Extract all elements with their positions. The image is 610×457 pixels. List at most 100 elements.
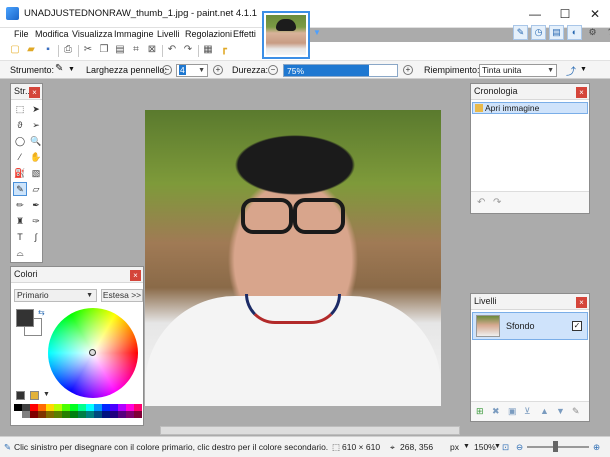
- eraser-icon[interactable]: ▱: [29, 182, 43, 196]
- palette-swatch[interactable]: [38, 411, 46, 418]
- shapes-icon[interactable]: ⌓: [13, 246, 27, 260]
- palette-swatch[interactable]: [102, 404, 110, 411]
- crop-icon[interactable]: ⌗: [130, 44, 142, 56]
- increase-hardness-button[interactable]: +: [403, 65, 413, 75]
- fill-dropdown-icon[interactable]: ▼: [547, 65, 554, 76]
- image-canvas[interactable]: [145, 110, 441, 406]
- zoom-out-icon[interactable]: ⊖: [516, 442, 523, 453]
- text-icon[interactable]: T: [13, 230, 27, 244]
- menu-visualizza[interactable]: Visualizza: [72, 29, 112, 39]
- palette-swatch[interactable]: [78, 404, 86, 411]
- line-curve-icon[interactable]: ∫: [29, 230, 43, 244]
- palette-swatch[interactable]: [70, 411, 78, 418]
- palette-swatch[interactable]: [86, 404, 94, 411]
- palette-swatch[interactable]: [62, 404, 70, 411]
- undo-icon[interactable]: ↶: [166, 44, 178, 56]
- unit-dropdown-icon[interactable]: ▼: [463, 443, 470, 450]
- menu-effetti[interactable]: Effetti: [233, 29, 256, 39]
- decrease-width-button[interactable]: −: [162, 65, 172, 75]
- palette-swatch[interactable]: [14, 411, 22, 418]
- paintbrush-icon[interactable]: ✎: [13, 182, 27, 196]
- move-selected-icon[interactable]: ➤: [29, 102, 43, 116]
- history-item[interactable]: Apri immagine: [472, 102, 588, 114]
- copy-icon[interactable]: ❐: [98, 44, 110, 56]
- delete-layer-icon[interactable]: ✖: [492, 406, 500, 417]
- palette-swatch[interactable]: [62, 411, 70, 418]
- move-selection-icon[interactable]: ➢: [29, 118, 43, 132]
- palette-swatch[interactable]: [126, 411, 134, 418]
- horizontal-scrollbar[interactable]: [160, 426, 460, 435]
- pan-icon[interactable]: ✋: [29, 150, 43, 164]
- recolor-icon[interactable]: ✑: [29, 214, 43, 228]
- palette-swatch[interactable]: [46, 404, 54, 411]
- move-layer-down-icon[interactable]: ▼: [556, 406, 565, 416]
- width-dropdown-icon[interactable]: ▼: [198, 65, 205, 76]
- unit-select[interactable]: px: [450, 442, 459, 452]
- palette-menu-icon[interactable]: [30, 391, 39, 400]
- tools-close-icon[interactable]: ×: [29, 87, 40, 98]
- menu-livelli[interactable]: Livelli: [157, 29, 180, 39]
- palette-swatch[interactable]: [30, 411, 38, 418]
- palette-swatch[interactable]: [110, 404, 118, 411]
- menu-immagine[interactable]: Immagine: [114, 29, 154, 39]
- new-file-icon[interactable]: ▢: [9, 44, 21, 56]
- palette-swatch[interactable]: [94, 411, 102, 418]
- image-list-dropdown-icon[interactable]: ▼: [313, 28, 321, 37]
- image-tab-thumbnail[interactable]: [262, 11, 310, 59]
- palette-swatch[interactable]: [118, 411, 126, 418]
- add-layer-icon[interactable]: ⊞: [476, 406, 484, 417]
- color-wheel-cursor[interactable]: [89, 349, 96, 356]
- zoom-slider-track[interactable]: [527, 446, 589, 448]
- color-picker-icon[interactable]: ✒: [29, 198, 43, 212]
- hardness-slider[interactable]: 75%: [283, 64, 398, 77]
- palette-swatch[interactable]: [118, 404, 126, 411]
- color-mode-select[interactable]: Primario ▼: [14, 289, 97, 302]
- close-button[interactable]: ✕: [580, 0, 610, 28]
- pencil-icon[interactable]: ✏: [13, 198, 27, 212]
- palette-swatch[interactable]: [46, 411, 54, 418]
- zoom-slider-thumb[interactable]: [553, 441, 558, 452]
- brush-width-field[interactable]: 4 ▼: [176, 64, 208, 77]
- history-redo-icon[interactable]: ↷: [493, 197, 501, 208]
- layer-visibility-checkbox[interactable]: ✓: [572, 321, 582, 331]
- reset-colors-icon[interactable]: [16, 391, 25, 400]
- palette-swatch[interactable]: [134, 411, 142, 418]
- palette-swatch[interactable]: [94, 404, 102, 411]
- palette-swatch[interactable]: [22, 411, 30, 418]
- layer-properties-icon[interactable]: ✎: [572, 406, 580, 417]
- paste-icon[interactable]: ▤: [114, 44, 126, 56]
- layers-close-icon[interactable]: ×: [576, 297, 587, 308]
- ruler-icon[interactable]: ┏: [218, 44, 230, 56]
- deselect-icon[interactable]: ⊠: [146, 44, 158, 56]
- swap-colors-icon[interactable]: ⇆: [38, 308, 45, 317]
- zoom-dropdown-icon[interactable]: ▼: [494, 443, 501, 450]
- save-icon[interactable]: ▪: [42, 44, 54, 56]
- palette-swatch[interactable]: [54, 404, 62, 411]
- magic-wand-icon[interactable]: ⁄: [13, 150, 27, 164]
- redo-icon[interactable]: ↷: [182, 44, 194, 56]
- palette-swatch[interactable]: [30, 404, 38, 411]
- palette-swatch[interactable]: [86, 411, 94, 418]
- antialias-icon[interactable]: ⤴: [566, 63, 576, 78]
- palette-swatch[interactable]: [22, 404, 30, 411]
- colors-close-icon[interactable]: ×: [130, 270, 141, 281]
- move-layer-up-icon[interactable]: ▲: [540, 406, 549, 416]
- history-undo-icon[interactable]: ↶: [477, 197, 485, 208]
- zoom-icon[interactable]: 🔍: [29, 134, 43, 148]
- menu-file[interactable]: File: [14, 29, 29, 39]
- open-file-icon[interactable]: ▰: [25, 44, 37, 56]
- rect-select-icon[interactable]: ⬚: [13, 102, 27, 116]
- clone-stamp-icon[interactable]: ♜: [13, 214, 27, 228]
- increase-width-button[interactable]: +: [213, 65, 223, 75]
- palette-swatch[interactable]: [38, 404, 46, 411]
- palette-dropdown-icon[interactable]: ▼: [43, 391, 50, 398]
- palette-swatch[interactable]: [78, 411, 86, 418]
- tool-dropdown-icon[interactable]: ▼: [68, 66, 75, 73]
- menu-modifica[interactable]: Modifica: [35, 29, 69, 39]
- maximize-button[interactable]: ☐: [550, 0, 580, 28]
- merge-layer-icon[interactable]: ⊻: [524, 406, 531, 417]
- palette-swatch[interactable]: [134, 404, 142, 411]
- palette-swatch[interactable]: [70, 404, 78, 411]
- primary-color-swatch[interactable]: [16, 309, 34, 327]
- print-icon[interactable]: ⎙: [62, 44, 74, 56]
